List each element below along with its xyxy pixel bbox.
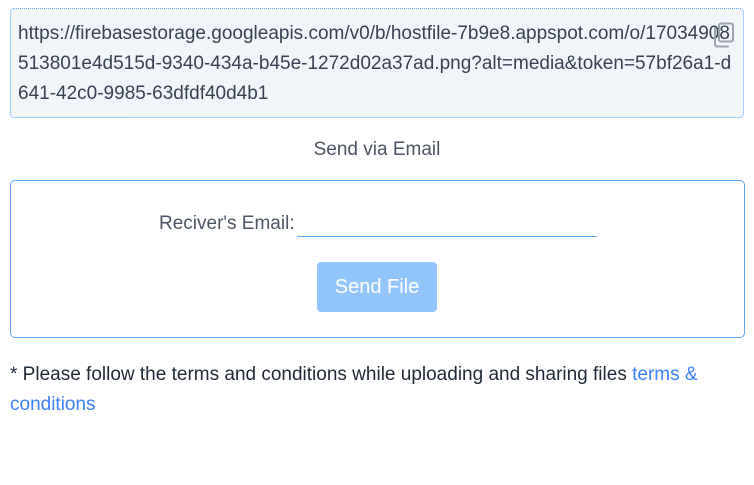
copy-icon [714,22,734,48]
receiver-email-label: Reciver's Email: [159,213,295,234]
copy-button[interactable] [710,21,736,49]
terms-notice: * Please follow the terms and conditions… [10,360,750,420]
send-file-button[interactable]: Send File [317,262,437,312]
share-url-box: https://firebasestorage.googleapis.com/v… [10,8,744,118]
send-via-email-heading: Send via Email [313,139,441,160]
email-form-panel: Reciver's Email: Send File [10,180,745,338]
terms-notice-text: * Please follow the terms and conditions… [10,364,633,385]
receiver-email-input[interactable] [297,211,597,237]
share-url-text[interactable]: https://firebasestorage.googleapis.com/v… [18,19,736,109]
